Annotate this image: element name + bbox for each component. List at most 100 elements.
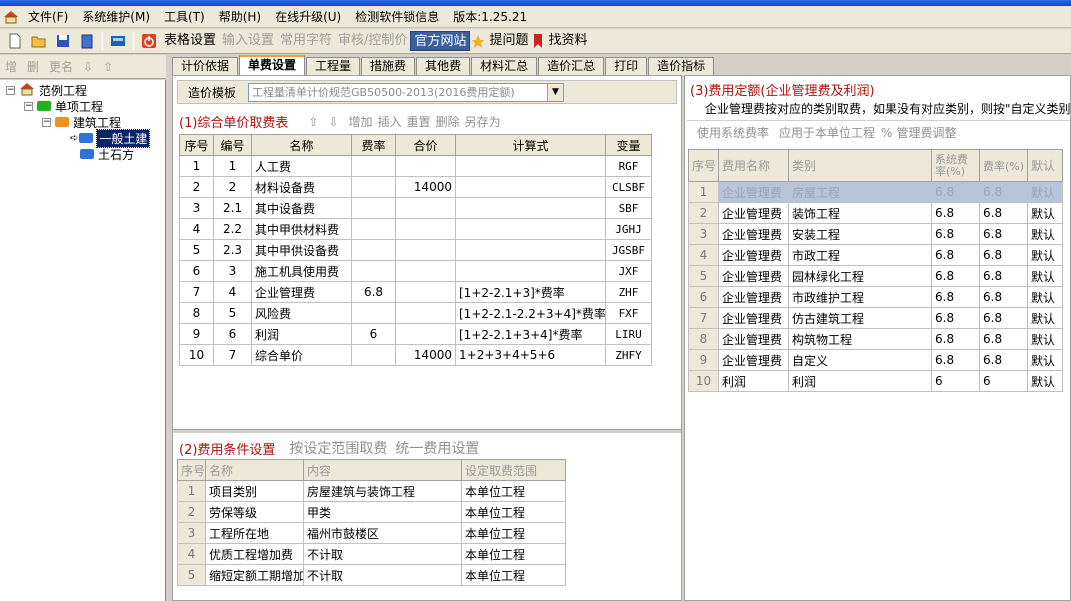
table-cell[interactable] [395,155,456,177]
table-row[interactable]: 3 企业管理费 安装工程 6.8 6.8 默认 [688,223,1063,245]
table-cell[interactable]: 6.8 [979,202,1028,224]
power-icon[interactable] [140,32,158,50]
table-cell[interactable]: 2 [179,176,214,198]
input-settings-button[interactable]: 输入设置 [219,31,277,51]
table-cell[interactable]: 2.2 [213,218,252,240]
col-header[interactable]: 序号 [688,149,719,182]
table-row[interactable]: 1 1 人工费 RGF [179,155,652,177]
table-cell[interactable]: 6.8 [931,202,980,224]
table-cell[interactable]: 本单位工程 [461,522,566,544]
table-cell[interactable]: 默认 [1027,202,1063,224]
table-cell[interactable]: 6.8 [931,349,980,371]
table-cell[interactable]: 利润 [718,370,789,392]
reset-button[interactable]: 重置 [407,113,431,130]
move-down-button[interactable]: ⇩ [328,115,338,129]
table-cell[interactable]: SBF [605,197,652,219]
table-cell[interactable]: 企业管理费 [718,244,789,266]
table-cell[interactable]: 5 [179,239,214,261]
table-row[interactable]: 2 企业管理费 装饰工程 6.8 6.8 默认 [688,202,1063,224]
table-cell[interactable]: 2.1 [213,197,252,219]
table-row[interactable]: 5 缩短定额工期增加 不计取 本单位工程 [177,564,566,586]
tab-quantities[interactable]: 工程量 [306,57,361,75]
apply-to-unit-button[interactable]: 应用于本单位工程 [779,124,875,141]
table-cell[interactable]: 14000 [395,344,456,366]
table-cell[interactable]: 6.8 [979,328,1028,350]
table-cell[interactable]: 6.8 [351,281,396,303]
table-cell[interactable]: 默认 [1027,286,1063,308]
table-cell[interactable]: 14000 [395,176,456,198]
table-cell[interactable]: 默认 [1027,244,1063,266]
table-cell[interactable]: 利润 [251,323,352,345]
tab-cost-index[interactable]: 造价指标 [648,57,715,75]
collapse-icon[interactable]: − [42,117,51,127]
table-cell[interactable] [395,281,456,303]
table-cell[interactable]: 本单位工程 [461,480,566,502]
table-cell[interactable]: 施工机具使用费 [251,260,352,282]
table-cell[interactable]: [1+2-2.1+3]*费率 [455,281,606,303]
table-cell[interactable]: 企业管理费 [718,181,789,203]
table-cell[interactable]: 企业管理费 [718,307,789,329]
table-row[interactable]: 4 2.2 其中甲供材料费 JGHJ [179,218,652,240]
table-row[interactable]: 5 企业管理费 园林绿化工程 6.8 6.8 默认 [688,265,1063,287]
tab-materials[interactable]: 材料汇总 [471,57,538,75]
table-row[interactable]: 8 企业管理费 构筑物工程 6.8 6.8 默认 [688,328,1063,350]
collapse-icon[interactable]: − [6,85,15,95]
template-select[interactable]: 工程量清单计价规范GB50500-2013(2016费用定额) ▼ [248,82,565,102]
open-folder-icon[interactable] [30,32,48,50]
table-cell[interactable]: 6.8 [931,244,980,266]
tab-print[interactable]: 打印 [605,57,648,75]
table-row[interactable]: 3 工程所在地 福州市鼓楼区 本单位工程 [177,522,566,544]
table-cell[interactable]: CLSBF [605,176,652,198]
tab-measures[interactable]: 措施费 [361,57,416,75]
table-cell[interactable]: 仿古建筑工程 [788,307,932,329]
table-cell[interactable]: LIRU [605,323,652,345]
table-cell[interactable]: 构筑物工程 [788,328,932,350]
table-row[interactable]: 5 2.3 其中甲供设备费 JGSBF [179,239,652,261]
table-row[interactable]: 8 5 风险费 [1+2-2.1-2.2+3+4]*费率 FXF [179,302,652,324]
table-cell[interactable]: 6.8 [931,328,980,350]
table-cell[interactable]: 房屋工程 [788,181,932,203]
table-cell[interactable] [351,176,396,198]
common-chars-button[interactable]: 常用字符 [277,31,335,51]
tab-pricing-basis[interactable]: 计价依据 [172,57,239,75]
table-cell[interactable]: 不计取 [303,564,462,586]
table-cell[interactable]: 甲类 [303,501,462,523]
table-cell[interactable] [351,155,396,177]
table-cell[interactable]: JGHJ [605,218,652,240]
bookmark-icon[interactable] [532,32,544,50]
table-cell[interactable]: 10 [179,344,214,366]
table-cell[interactable] [395,260,456,282]
table-row[interactable]: 4 企业管理费 市政工程 6.8 6.8 默认 [688,244,1063,266]
table-cell[interactable]: 企业管理费 [718,328,789,350]
management-fee-adjust-button[interactable]: 管理费调整 [896,124,956,141]
table-cell[interactable] [455,239,606,261]
star-icon[interactable] [471,32,485,50]
collapse-icon[interactable]: − [24,101,33,111]
table-cell[interactable]: 3 [213,260,252,282]
table-cell[interactable]: 6 [213,323,252,345]
tree-node-earthwork[interactable]: 土石方 [80,146,134,162]
table-cell[interactable]: 2 [213,176,252,198]
table-cell[interactable] [351,260,396,282]
table-cell[interactable] [395,323,456,345]
ask-question-button[interactable]: 提问题 [486,31,531,51]
table-row[interactable]: 4 优质工程增加费 不计取 本单位工程 [177,543,566,565]
calculator-icon[interactable] [109,32,127,50]
col-header[interactable]: 名称 [205,459,304,481]
chevron-down-icon[interactable]: ▼ [547,83,564,101]
table-cell[interactable]: ZHF [605,281,652,303]
col-header[interactable]: 费率(%) [979,149,1028,182]
table-row[interactable]: 2 劳保等级 甲类 本单位工程 [177,501,566,523]
col-header[interactable]: 计算式 [455,134,606,156]
tree-move-up-button[interactable]: ⇧ [103,60,113,74]
table-cell[interactable]: 企业管理费 [718,202,789,224]
table-cell[interactable]: 本单位工程 [461,564,566,586]
table-cell[interactable]: 6.8 [931,181,980,203]
table-cell[interactable] [351,218,396,240]
table-cell[interactable]: 劳保等级 [205,501,304,523]
delete-button[interactable]: 删除 [436,113,460,130]
table-cell[interactable]: 工程所在地 [205,522,304,544]
table-row[interactable]: 9 6 利润 6 [1+2-2.1+3+4]*费率 LIRU [179,323,652,345]
table-cell[interactable]: 企业管理费 [718,265,789,287]
menu-tools[interactable]: 工具(T) [157,7,212,27]
